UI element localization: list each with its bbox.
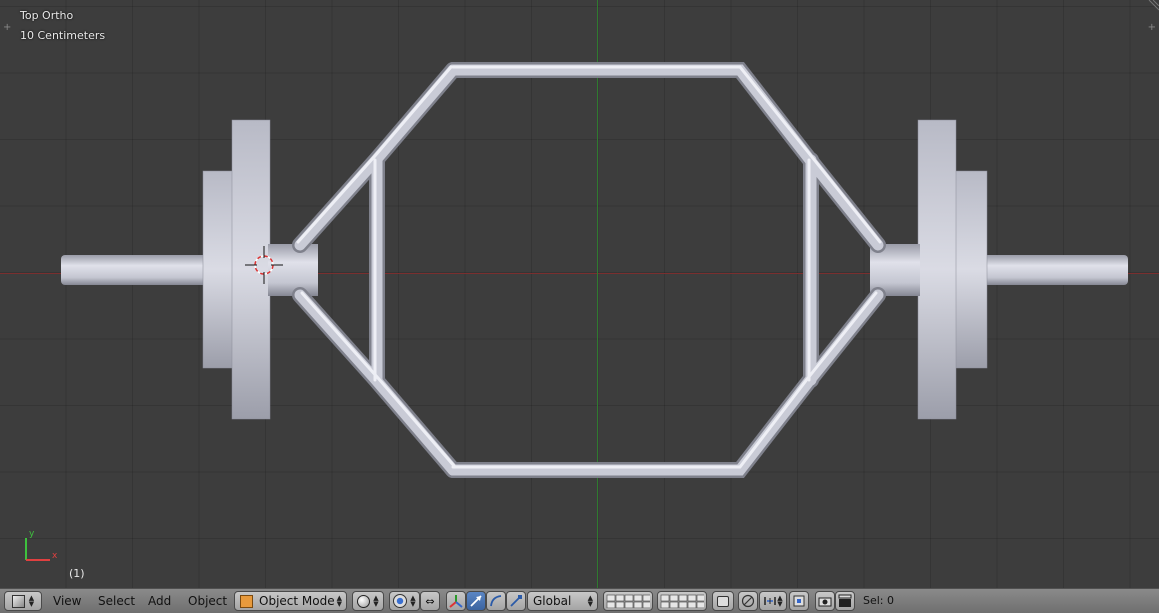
snap-element-dropdown[interactable]: ▲ ▼ — [759, 591, 787, 611]
menu-object[interactable]: Object — [188, 594, 227, 608]
chevron-updown-icon: ▲ ▼ — [373, 594, 379, 608]
frame-number: (1) — [69, 567, 85, 580]
manipulator-toggle[interactable] — [446, 591, 466, 611]
region-expand-left-icon[interactable]: + — [3, 22, 11, 33]
rotate-icon — [490, 595, 502, 607]
chevron-updown-icon: ▲ ▼ — [410, 594, 416, 608]
manipulator-icon — [449, 595, 463, 608]
editor-type-button[interactable]: ▲ ▼ — [4, 591, 42, 611]
menu-view[interactable]: View — [53, 594, 81, 608]
pivot-icon — [393, 594, 408, 608]
menu-add[interactable]: Add — [148, 594, 171, 608]
snap-target-icon — [793, 595, 805, 607]
orientation-dropdown[interactable]: Global ▲ ▼ — [527, 591, 598, 611]
snap-icon — [764, 597, 777, 605]
mode-label: Object Mode — [259, 594, 335, 608]
selection-count: Sel: 0 — [863, 594, 895, 607]
mode-dropdown[interactable]: Object Mode ▲ ▼ — [234, 591, 347, 611]
scale-icon — [510, 595, 522, 607]
chevron-updown-icon: ▲ ▼ — [587, 594, 593, 608]
proportional-edit-icon — [741, 594, 755, 608]
clapper-icon — [838, 594, 852, 607]
gizmo-y-label: y — [29, 529, 35, 539]
pivot-align-icon: ⇔ — [425, 594, 435, 608]
axis-gizmo: y x — [25, 529, 58, 561]
shading-dropdown[interactable]: ▲ ▼ — [352, 591, 384, 611]
pivot-dropdown[interactable]: ▲ ▼ — [389, 591, 420, 611]
layers-icon — [660, 594, 704, 608]
scale-button[interactable] — [506, 591, 526, 611]
hex-frame — [292, 62, 886, 478]
viewport-type-icon — [11, 594, 25, 608]
render-animation-button[interactable] — [835, 591, 855, 611]
view-name-label: Top Ortho — [20, 9, 74, 22]
menu-select[interactable]: Select — [98, 594, 135, 608]
snap-target-button[interactable] — [789, 591, 809, 611]
translate-icon — [470, 595, 482, 607]
grid-scale-label: 10 Centimeters — [20, 29, 106, 42]
viewport-header: ▲ ▼ View Select Add Object Object Mode ▲ ▼… — [0, 588, 1159, 613]
gizmo-x-label: x — [52, 551, 58, 561]
translate-button[interactable] — [466, 591, 486, 611]
lock-layers-button[interactable] — [712, 591, 734, 611]
hex-bar-model[interactable]: y x — [0, 0, 1159, 588]
layers-icon — [606, 594, 650, 608]
rotate-button[interactable] — [486, 591, 506, 611]
right-sleeve — [870, 119, 1128, 420]
3d-viewport[interactable]: y x Top Ortho 10 Centimeters + + (1) — [0, 0, 1159, 588]
shading-solid-icon — [357, 594, 371, 608]
orientation-label: Global — [533, 594, 572, 608]
layers-grid-1[interactable] — [603, 591, 653, 611]
left-sleeve — [61, 119, 318, 420]
chevron-updown-icon: ▲ ▼ — [28, 594, 35, 608]
region-expand-right-icon[interactable]: + — [1148, 22, 1156, 33]
area-split-corner-icon[interactable] — [1145, 0, 1159, 14]
layers-grid-2[interactable] — [657, 591, 707, 611]
chevron-updown-icon: ▲ ▼ — [336, 594, 342, 608]
pivot-align-button[interactable]: ⇔ — [420, 591, 440, 611]
render-button[interactable] — [815, 591, 835, 611]
render-icon — [818, 597, 832, 607]
object-mode-icon — [240, 594, 253, 608]
chevron-updown-icon: ▲ ▼ — [777, 594, 783, 608]
lock-icon — [717, 595, 729, 607]
proportional-edit-button[interactable] — [738, 591, 758, 611]
